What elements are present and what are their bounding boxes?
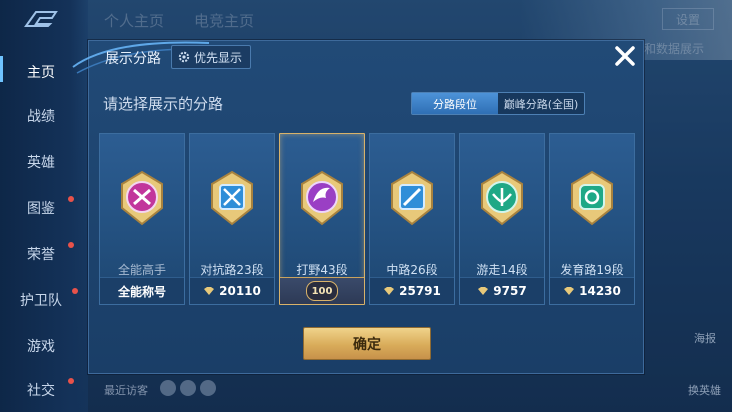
- rank-badge: 100: [306, 281, 338, 301]
- toggle-option-peak-lane[interactable]: 巅峰分路(全国): [498, 93, 584, 114]
- lane-card-roam[interactable]: 游走14段 9757: [459, 133, 545, 305]
- lane-card-score: 20110: [219, 284, 261, 298]
- bottom-lane-badge-icon: [571, 170, 613, 226]
- app-logo-icon: [24, 11, 58, 27]
- recent-visitors-label: 最近访客: [104, 384, 148, 397]
- sidebar-item-guard[interactable]: 护卫队: [0, 290, 82, 310]
- lane-mode-toggle: 分路段位 巅峰分路(全国): [411, 92, 585, 115]
- priority-display-button[interactable]: 优先显示: [171, 45, 252, 69]
- lane-card-all-round[interactable]: 全能高手 全能称号: [99, 133, 185, 305]
- lane-card-footer: 14230: [550, 277, 634, 304]
- avatar[interactable]: [200, 380, 216, 396]
- lane-card-bottom[interactable]: 发育路19段 14230: [549, 133, 635, 305]
- score-gem-icon: [204, 287, 215, 295]
- lane-card-name: 中路26段: [386, 263, 438, 277]
- confirm-button[interactable]: 确定: [303, 327, 431, 360]
- lane-card-mid[interactable]: 中路26段 25791: [369, 133, 455, 305]
- jungle-badge-icon: [301, 170, 343, 226]
- lane-card-score: 9757: [493, 284, 527, 298]
- lane-card-score: 14230: [579, 284, 621, 298]
- top-lane-badge-icon: [211, 170, 253, 226]
- lane-card-name: 发育路19段: [560, 263, 624, 277]
- poster-button[interactable]: 海报: [694, 330, 716, 346]
- avatar[interactable]: [180, 380, 196, 396]
- modal-title: 展示分路: [105, 51, 161, 67]
- lane-card-footer: 100: [280, 277, 364, 304]
- lane-card-footer: 全能称号: [100, 277, 184, 304]
- sidebar-item-games[interactable]: 游戏: [0, 336, 82, 356]
- visitor-avatars: [160, 380, 216, 396]
- roam-badge-icon: [481, 170, 523, 226]
- score-gem-icon: [564, 287, 575, 295]
- lane-card-footer: 20110: [190, 277, 274, 304]
- close-button[interactable]: [607, 41, 643, 71]
- mid-lane-badge-icon: [391, 170, 433, 226]
- lane-card-name: 打野43段: [296, 263, 348, 277]
- lane-card-score: 25791: [399, 284, 441, 298]
- lane-card-name: 全能高手: [117, 263, 166, 277]
- avatar[interactable]: [160, 380, 176, 396]
- notification-dot: [72, 288, 78, 294]
- notification-dot: [68, 196, 74, 202]
- lane-card-name: 游走14段: [476, 263, 528, 277]
- notification-dot: [68, 378, 74, 384]
- close-icon: [615, 46, 635, 66]
- switch-hero-button[interactable]: 换英雄: [688, 382, 721, 398]
- lane-card-title: 全能称号: [117, 284, 166, 299]
- lane-card-top[interactable]: 对抗路23段 20110: [189, 133, 275, 305]
- toggle-option-lane-rank[interactable]: 分路段位: [412, 93, 498, 114]
- sidebar-item-heroes[interactable]: 英雄: [0, 152, 82, 172]
- score-gem-icon: [384, 287, 395, 295]
- lane-card-footer: 25791: [370, 277, 454, 304]
- lane-display-modal: 展示分路 优先显示 请选择展示的分路 分路段位 巅峰分路(全国) 全能高手 全能…: [72, 40, 644, 374]
- lane-card-name: 对抗路23段: [200, 263, 264, 277]
- all-round-badge-icon: [121, 170, 163, 226]
- sidebar-item-home[interactable]: 主页: [0, 56, 82, 82]
- priority-display-label: 优先显示: [194, 50, 243, 65]
- lane-card-score: 100: [311, 285, 333, 297]
- modal-subtitle: 请选择展示的分路: [103, 95, 224, 113]
- notification-dot: [68, 242, 74, 248]
- lane-card-footer: 9757: [460, 277, 544, 304]
- sidebar-item-records[interactable]: 战绩: [0, 106, 82, 126]
- gear-icon: [178, 51, 190, 63]
- score-gem-icon: [478, 287, 489, 295]
- lane-card-jungle[interactable]: 打野43段 100: [279, 133, 365, 305]
